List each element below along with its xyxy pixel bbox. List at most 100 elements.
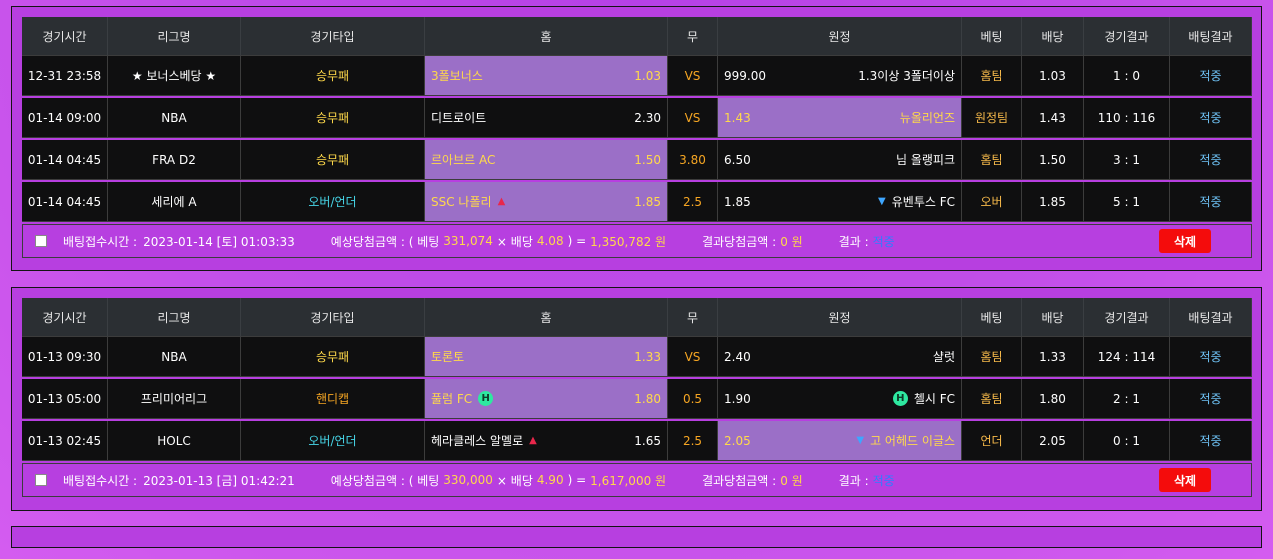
away-odds: 2.40: [724, 349, 751, 364]
away-team-label: 고 어헤드 이글스: [870, 434, 955, 448]
result-value: 적중: [872, 234, 895, 249]
match-type: 오버/언더: [241, 421, 425, 461]
select-checkbox[interactable]: [35, 235, 47, 247]
bet-amount: 331,074: [443, 234, 493, 248]
draw-cell[interactable]: VS: [668, 98, 718, 138]
bet-result: 적중: [1170, 140, 1252, 180]
table-header-row: 경기시간 리그명 경기타입 홈 무 원정 베팅 배당 경기결과 배팅결과: [22, 298, 1252, 337]
match-time: 01-13 09:30: [22, 337, 108, 377]
delete-button[interactable]: 삭제: [1159, 468, 1211, 492]
odds-label: × 배당: [496, 234, 533, 249]
away-team-cell[interactable]: 6.50 님 올랭피크: [718, 140, 962, 180]
expected-win-label: 예상당첨금액 : ( 베팅: [330, 473, 440, 488]
draw-cell[interactable]: 0.5: [668, 379, 718, 419]
header-cell: 배팅결과: [1170, 17, 1252, 56]
receipt-time-label: 배팅접수시간 :: [63, 473, 138, 488]
home-odds: 1.85: [634, 194, 661, 209]
home-trend-up-icon: ▲: [497, 196, 506, 207]
select-checkbox[interactable]: [35, 474, 47, 486]
header-cell: 원정: [718, 298, 962, 337]
bet-amount: 330,000: [443, 473, 493, 487]
draw-cell[interactable]: 2.5: [668, 421, 718, 461]
bet-result: 적중: [1170, 337, 1252, 377]
away-team-name: 님 올랭피크: [896, 151, 955, 168]
header-cell: 리그명: [108, 298, 241, 337]
bet-odds: 1.43: [1022, 98, 1084, 138]
away-team-cell[interactable]: 2.40 샬럿: [718, 337, 962, 377]
match-result: 124 : 114: [1084, 337, 1170, 377]
home-team-cell[interactable]: 디트로이트 2.30: [425, 98, 668, 138]
home-handicap-icon: H: [478, 391, 494, 406]
bet-choice: 오버: [962, 182, 1022, 222]
bet-odds: 1.33: [1022, 337, 1084, 377]
away-team-cell[interactable]: 1.90 H 첼시 FC: [718, 379, 962, 419]
away-odds: 2.05: [724, 433, 751, 448]
draw-cell[interactable]: VS: [668, 337, 718, 377]
draw-cell[interactable]: 3.80: [668, 140, 718, 180]
away-team-name: ▼ 유벤투스 FC: [878, 193, 955, 210]
home-team-label: 디트로이트: [431, 111, 487, 125]
home-odds: 1.80: [634, 391, 661, 406]
away-team-name: 1.3이상 3폴더이상: [858, 67, 955, 84]
home-odds: 1.03: [634, 68, 661, 83]
actual-win-value: 0 원: [780, 473, 803, 488]
away-trend-down-icon: ▼: [878, 196, 886, 207]
pagination-bar: [11, 526, 1262, 548]
result-label: 결과 :: [838, 473, 869, 488]
match-result: 0 : 1: [1084, 421, 1170, 461]
bet-choice: 홈팀: [962, 379, 1022, 419]
home-team-cell[interactable]: SSC 나폴리 ▲ 1.85: [425, 182, 668, 222]
home-team-cell[interactable]: 르아브르 AC 1.50: [425, 140, 668, 180]
bet-result: 적중: [1170, 182, 1252, 222]
match-result: 1 : 0: [1084, 56, 1170, 96]
header-cell: 경기시간: [22, 17, 108, 56]
delete-button[interactable]: 삭제: [1159, 229, 1211, 253]
away-team-cell[interactable]: 1.85 ▼ 유벤투스 FC: [718, 182, 962, 222]
bet-result: 적중: [1170, 379, 1252, 419]
away-team-cell[interactable]: 1.43 뉴올리언즈: [718, 98, 962, 138]
draw-cell[interactable]: VS: [668, 56, 718, 96]
home-team-cell[interactable]: 3폴보너스 1.03: [425, 56, 668, 96]
away-team-label: 님 올랭피크: [895, 153, 955, 167]
expected-win-value: 1,617,000 원: [590, 473, 667, 488]
draw-cell[interactable]: 2.5: [668, 182, 718, 222]
match-time: 01-13 05:00: [22, 379, 108, 419]
total-odds: 4.08: [536, 234, 564, 248]
match-result: 5 : 1: [1084, 182, 1170, 222]
away-trend-down-icon: ▼: [856, 435, 865, 446]
bet-choice: 원정팀: [962, 98, 1022, 138]
bet-choice: 홈팀: [962, 337, 1022, 377]
bet-odds: 1.50: [1022, 140, 1084, 180]
home-team-cell[interactable]: 헤라클레스 알멜로 ▲ 1.65: [425, 421, 668, 461]
table-header-row: 경기시간 리그명 경기타입 홈 무 원정 베팅 배당 경기결과 배팅결과: [22, 17, 1252, 56]
match-time: 01-14 04:45: [22, 140, 108, 180]
match-time: 01-13 02:45: [22, 421, 108, 461]
expected-win-value: 1,350,782 원: [590, 234, 667, 249]
bet-row: 01-14 09:00 NBA 승무패 디트로이트 2.30 VS 1.43 뉴올리언즈 원정팀…: [22, 98, 1252, 140]
home-team-cell[interactable]: 풀럼 FC H 1.80: [425, 379, 668, 419]
home-team-name: 토론토: [431, 348, 464, 365]
away-team-name: ▼ 고 어헤드 이글스: [856, 432, 955, 449]
away-team-cell[interactable]: 2.05 ▼ 고 어헤드 이글스: [718, 421, 962, 461]
header-cell: 경기시간: [22, 298, 108, 337]
actual-win-label: 결과당첨금액 :: [702, 473, 777, 488]
away-team-label: 뉴올리언즈: [899, 111, 955, 125]
bet-slip-1: 경기시간 리그명 경기타입 홈 무 원정 베팅 배당 경기결과 배팅결과 12-31 23:58 ★ …: [11, 6, 1262, 271]
home-team-cell[interactable]: 토론토 1.33: [425, 337, 668, 377]
bet-row: 01-13 02:45 HOLC 오버/언더 헤라클레스 알멜로 ▲ 1.65 2.5 2.0…: [22, 421, 1252, 463]
bet-row: 01-13 09:30 NBA 승무패 토론토 1.33 VS 2.40 샬럿 홈팀 1.33 12…: [22, 337, 1252, 379]
away-team-label: 샬럿: [932, 350, 955, 364]
home-team-name: 르아브르 AC: [431, 151, 495, 168]
match-type: 오버/언더: [241, 182, 425, 222]
bet-choice: 홈팀: [962, 140, 1022, 180]
home-team-name: 헤라클레스 알멜로 ▲: [431, 432, 537, 449]
league-name: 프리미어리그: [108, 379, 241, 419]
home-team-name: 3폴보너스: [431, 67, 483, 84]
receipt-time-label: 배팅접수시간 :: [63, 234, 138, 249]
header-cell: 원정: [718, 17, 962, 56]
result-label: 결과 :: [838, 234, 869, 249]
bet-result: 적중: [1170, 421, 1252, 461]
home-odds: 1.33: [634, 349, 661, 364]
away-handicap-icon: H: [892, 391, 908, 406]
away-team-cell[interactable]: 999.00 1.3이상 3폴더이상: [718, 56, 962, 96]
